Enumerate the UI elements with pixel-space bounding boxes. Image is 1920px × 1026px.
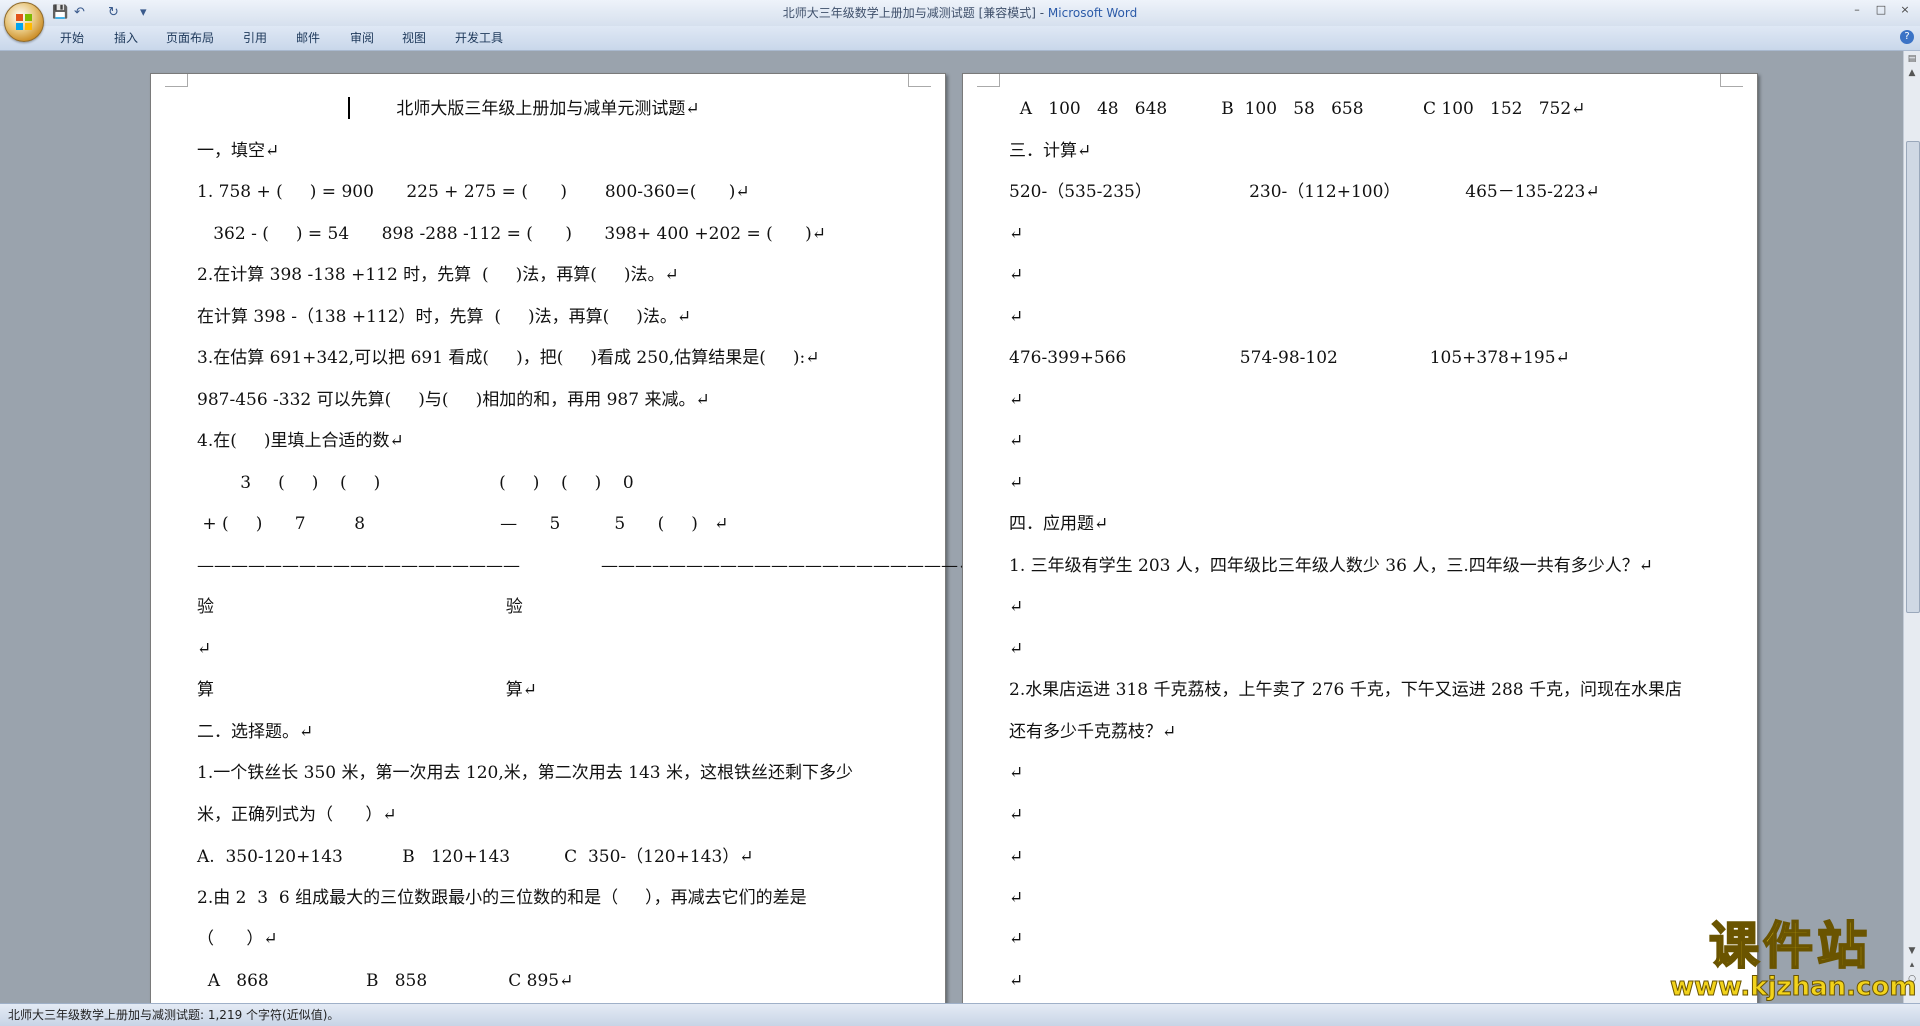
text-line[interactable]: ↵ (1009, 803, 1023, 827)
minimize-button[interactable]: – (1846, 2, 1868, 18)
close-button[interactable]: × (1894, 2, 1916, 18)
text-line[interactable]: A. 350-120+143 B 120+143 C 350-（120+143）… (197, 845, 754, 869)
text-line[interactable]: 二．选择题。↵ (197, 720, 313, 744)
tab-review[interactable]: 审阅 (350, 29, 374, 47)
maximize-button[interactable]: □ (1870, 2, 1892, 18)
text-line[interactable]: ↵ (1009, 305, 1023, 329)
text-line[interactable]: 4.在( )里填上合适的数↵ (197, 429, 404, 453)
text-line[interactable]: A 868 B 858 C 895↵ (197, 969, 574, 993)
text-line[interactable]: 1.一个铁丝长 350 米，第一次用去 120,米，第二次用去 143 米，这根… (197, 761, 853, 785)
text-line[interactable]: 476-399+566 574-98-102 105+378+195↵ (1009, 346, 1570, 370)
document-title: 北师大三年级数学上册加与减测试题 [兼容模式] - (782, 6, 1048, 20)
application-name: Microsoft Word (1047, 6, 1138, 20)
tab-page-layout[interactable]: 页面布局 (166, 29, 214, 47)
help-icon[interactable]: ? (1900, 30, 1914, 44)
tab-home[interactable]: 开始 (60, 29, 84, 47)
title-bar: 💾 ↶ ↻ ▾ 北师大三年级数学上册加与减测试题 [兼容模式] - Micros… (0, 0, 1920, 42)
tab-mailings[interactable]: 邮件 (296, 29, 320, 47)
text-line[interactable]: 一，填空↵ (197, 139, 279, 163)
text-line[interactable]: ↵ (1009, 222, 1023, 246)
watermark-logo: 课件站 www.kjzhan.com (1670, 917, 1917, 1003)
text-line[interactable]: 还有多少千克荔枝？↵ (1009, 720, 1176, 744)
text-line[interactable]: 2.由 2 3 6 组成最大的三位数跟最小的三位数的和是（ ），再减去它们的差是 (197, 886, 807, 910)
text-line[interactable]: 四．应用题↵ (1009, 512, 1108, 536)
status-bar: 北师大三年级数学上册加与减测试题: 1,219 个字符(近似值)。 (0, 1003, 1920, 1026)
crop-mark (165, 74, 188, 87)
text-line[interactable]: 米，正确列式为（ ）↵ (197, 803, 397, 827)
text-line[interactable]: 3 ( ) ( ) ( ) ( ) 0 (197, 471, 634, 495)
text-line[interactable]: ↵ (1009, 969, 1023, 993)
text-line[interactable]: （ ）↵ (197, 927, 278, 951)
text-line[interactable]: ↵ (1009, 845, 1023, 869)
text-line[interactable]: 北师大版三年级上册加与减单元测试题↵ (151, 97, 945, 121)
crop-mark (908, 74, 931, 87)
text-line[interactable]: + ( ) 7 8 — 5 5 ( ) ↵ (197, 512, 728, 536)
text-line[interactable]: 520-（535-235） 230-（112+100） 465－135-223↵ (1009, 180, 1600, 204)
text-line[interactable]: 987-456 -332 可以先算( )与( )相加的和，再用 987 来减。↵ (197, 388, 710, 412)
text-line[interactable]: 算 算↵ (197, 678, 537, 702)
text-line[interactable]: ↵ (1009, 263, 1023, 287)
text-line[interactable]: ↵ (1009, 471, 1023, 495)
text-line[interactable]: 2.水果店运进 318 千克荔枝，上午卖了 276 千克，下午又运进 288 千… (1009, 678, 1682, 702)
text-line[interactable]: ↵ (1009, 388, 1023, 412)
vertical-scrollbar[interactable]: ▤ ▲ ▼ ▴ ○ ▾ (1903, 51, 1920, 1003)
text-line[interactable]: ↵ (1009, 429, 1023, 453)
text-line[interactable]: ↵ (1009, 637, 1023, 661)
document-area[interactable]: 北师大版三年级上册加与减单元测试题↵ 一，填空↵ 1. 758 + ( ) = 90… (0, 51, 1903, 1003)
document-page-1[interactable]: 北师大版三年级上册加与减单元测试题↵ 一，填空↵ 1. 758 + ( ) = 90… (150, 73, 972, 1003)
text-line[interactable]: 362 - ( ) = 54 898 -288 -112 = ( ) 398+ … (197, 222, 826, 246)
tab-developer[interactable]: 开发工具 (455, 29, 503, 47)
scrollbar-thumb[interactable] (1906, 141, 1920, 613)
text-line[interactable]: ↵ (1009, 927, 1023, 951)
tab-view[interactable]: 视图 (402, 29, 426, 47)
status-word-count[interactable]: 北师大三年级数学上册加与减测试题: 1,219 个字符(近似值)。 (8, 1004, 339, 1026)
tab-insert[interactable]: 插入 (114, 29, 138, 47)
text-line[interactable]: A 100 48 648 B 100 58 658 C 100 152 752↵ (1009, 97, 1586, 121)
crop-mark (977, 74, 1000, 87)
text-line[interactable]: 1. 三年级有学生 203 人，四年级比三年级人数少 36 人，三.四年级一共有… (1009, 554, 1653, 578)
office-button[interactable] (4, 2, 44, 42)
watermark-url: www.kjzhan.com (1670, 972, 1917, 1003)
text-line[interactable]: 1. 758 + ( ) = 900 225 + 275 = ( ) 800-3… (197, 180, 750, 204)
text-line[interactable]: ↵ (1009, 595, 1023, 619)
document-page-2[interactable]: A 100 48 648 B 100 58 658 C 100 152 752↵… (962, 73, 1758, 1003)
text-line[interactable]: 在计算 398 -（138 +112）时，先算 ( )法，再算( )法。↵ (197, 305, 691, 329)
watermark-title: 课件站 (1708, 917, 1871, 975)
window-title: 北师大三年级数学上册加与减测试题 [兼容模式] - Microsoft Word (0, 0, 1920, 26)
text-line[interactable]: 3.在估算 691+342,可以把 691 看成( )，把( )看成 250,估… (197, 346, 820, 370)
text-line[interactable]: 验 验 (197, 595, 523, 619)
tab-references[interactable]: 引用 (243, 29, 267, 47)
crop-mark (1720, 74, 1743, 87)
scroll-up-arrow-icon[interactable]: ▲ (1906, 67, 1918, 79)
office-logo-icon (16, 14, 32, 30)
ruler-toggle-icon[interactable]: ▤ (1906, 53, 1918, 65)
ribbon-tab-bar: 开始 插入 页面布局 引用 邮件 审阅 视图 开发工具 ? (0, 26, 1920, 51)
text-line[interactable]: ↵ (1009, 761, 1023, 785)
text-line[interactable]: 三．计算↵ (1009, 139, 1091, 163)
text-line[interactable]: 2.在计算 398 -138 +112 时，先算 ( )法，再算( )法。↵ (197, 263, 679, 287)
text-line[interactable]: ↵ (1009, 886, 1023, 910)
text-line[interactable]: ——————————————————— ————————————————————… (197, 554, 972, 578)
text-line[interactable]: ↵ (197, 637, 211, 661)
